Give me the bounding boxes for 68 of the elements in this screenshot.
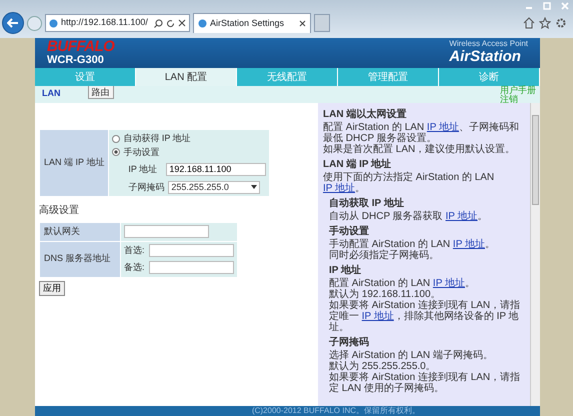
help-heading: LAN 端 IP 地址 [323,159,392,171]
help-text: 配置 AirStation 的 LAN IP 地址、子网掩码和最低 DHCP 服务器设置。 [323,122,520,144]
ip-address-link[interactable]: IP 地址 [362,311,394,322]
subnet-mask-dropdown[interactable]: 255.255.255.0 [168,180,260,194]
help-text: 如果要将 AirStation 连接到现有 LAN，请指定唯一 IP 地址，排除其他网络设备的 IP 地址。 [329,300,522,333]
gateway-field[interactable] [124,225,209,238]
ip-address-link[interactable]: IP 地址 [432,278,465,289]
field-label: LAN 端 IP 地址 [40,130,108,196]
help-text: 手动配置 AirStation 的 LAN IP 地址。 [329,239,496,250]
browser-tab[interactable]: AirStation Settings [193,13,311,33]
help-text: 如果要将 AirStation 连接到现有 LAN，请指定 LAN 使用的子网掩码。 [329,372,522,394]
star-icon[interactable] [539,17,551,29]
radio-button[interactable] [112,134,120,143]
help-text: 默认为 255.255.255.0。 [329,361,436,372]
settings-icon[interactable] [555,17,567,29]
help-heading: 子网掩码 [329,337,370,349]
help-text: 配置 AirStation 的 LAN IP 地址。 [329,278,476,289]
new-tab-button[interactable] [314,14,330,32]
scrollbar[interactable] [530,103,540,406]
copyright-text: (C)2000-2012 BUFFALO INC。保留所有权利。 [35,406,540,416]
ip-address-link[interactable]: IP 地址 [426,122,459,133]
dns-field[interactable] [148,244,234,257]
back-arrow-icon [7,18,19,28]
nav-tab[interactable]: LAN 配置 [136,68,237,86]
close-icon[interactable] [178,19,186,27]
help-text: 同时必须指定子网掩码。 [329,250,440,261]
ip-address-link[interactable]: IP 地址 [323,183,356,194]
back-button[interactable] [2,12,24,34]
help-heading: IP 地址 [329,265,362,277]
field-label: IP 地址 [128,163,158,176]
refresh-icon[interactable] [166,18,175,28]
option-label: 手动设置 [123,146,160,158]
help-text: 使用下面的方法指定 AirStation 的 LAN IP 地址。 [323,172,496,194]
close-icon[interactable] [299,20,306,27]
url-text: http://192.168.11.100/ [61,16,149,30]
section-heading: 高级设置 [39,204,80,218]
help-heading: 自动获取 IP 地址 [329,198,405,210]
globe-icon [198,19,207,28]
sub-tab[interactable]: LAN [39,86,64,99]
option-label: 自动获得 IP 地址 [123,132,191,145]
sub-tab[interactable]: 路由 [88,86,114,99]
field-label: 子网掩码 [128,180,164,194]
ip-address-field[interactable]: 192.168.11.100 [166,163,266,176]
caret-icon [251,185,258,190]
help-heading: LAN 端以太网设置 [323,109,408,121]
help-text: 如果是首次配置 LAN，建议使用默认设置。 [323,144,516,155]
address-bar[interactable]: http://192.168.11.100/ [45,14,190,32]
globe-icon [49,18,58,28]
help-text: 默认为 192.168.11.100。 [329,289,442,300]
model-name: WCR-G300 [47,54,105,66]
dns-field[interactable] [148,261,234,274]
field-label: 备选: [124,261,145,274]
tagline: Wireless Access Point [449,39,528,49]
ip-address-link[interactable]: IP 地址 [452,239,485,250]
help-text: 自动从 DHCP 服务器获取 IP 地址。 [329,211,489,222]
field-label: DNS 服务器地址 [40,242,120,276]
field-label: 默认网关 [40,223,120,240]
search-icon[interactable] [154,18,163,28]
brand-logo: BUFFALO [47,39,114,54]
radio-button[interactable] [112,148,120,156]
field-label: 首选: [124,244,145,256]
help-text: 选择 AirStation 的 LAN 端子网掩码。 [329,350,494,361]
home-icon[interactable] [523,17,535,29]
help-heading: 手动设置 [329,226,370,238]
product-name: AirStation [449,49,522,65]
apply-button[interactable]: 应用 [39,280,65,296]
forward-button[interactable] [27,16,42,30]
ip-address-link[interactable]: IP 地址 [446,211,478,222]
